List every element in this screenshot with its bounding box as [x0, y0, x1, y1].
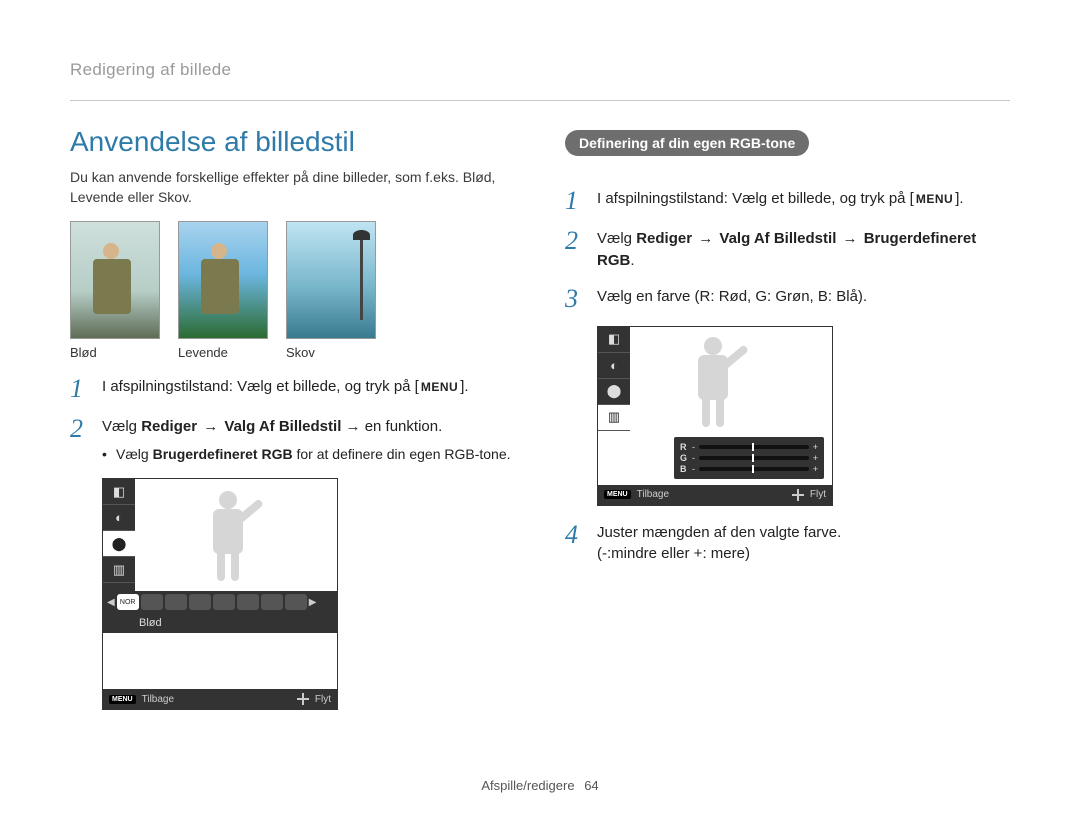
cam-chip [285, 594, 307, 610]
nav-icon [297, 693, 309, 705]
step-text: → en funktion. [341, 418, 442, 435]
step-text: (-:mindre eller +: mere) [597, 543, 1010, 565]
style-thumbnails: Blød Levende Skov [70, 221, 515, 360]
step-text: I afspilningstilstand: Vælg et billede, … [102, 378, 419, 395]
left-step-2: 2 Vælg Rediger → Valg Af Billedstil → en… [70, 416, 515, 464]
step-number: 1 [565, 188, 585, 214]
step-text: Vælg [597, 230, 636, 247]
step-number: 4 [565, 522, 585, 566]
cam-style-strip: ◀ NOR ▶ [103, 591, 337, 613]
nav-icon [792, 489, 804, 501]
step-text-end: ]. [460, 378, 468, 395]
step-bold: Rediger [636, 230, 692, 247]
cam-side-icon-selected: ⬤ [103, 531, 135, 557]
cam-chip [237, 594, 259, 610]
thumb-vivid [178, 221, 268, 339]
camera-ui-rgb: ◧ ◐ ⬤ ▥ R-+ G-+ B-+ MENU Tilbage [597, 326, 833, 506]
cam-chip [141, 594, 163, 610]
page-title: Anvendelse af billedstil [70, 126, 515, 158]
step-text: I afspilningstilstand: Vælg et billede, … [597, 190, 914, 207]
step-number: 3 [565, 286, 585, 312]
cam-move-label: Flyt [315, 694, 331, 705]
page-footer: Afspille/redigere 64 [0, 778, 1080, 793]
cam-side-icon-selected: ▥ [598, 405, 630, 431]
step-text-end: ]. [955, 190, 963, 207]
cam-side-icon: ◧ [598, 327, 630, 353]
cam-chip: NOR [117, 594, 139, 610]
menu-tag-icon: MENU [109, 695, 136, 704]
right-step-1: 1 I afspilningstilstand: Vælg et billede… [565, 188, 1010, 214]
rgb-r-slider [699, 445, 809, 449]
cam-back-label: Tilbage [142, 694, 174, 705]
intro-text: Du kan anvende forskellige effekter på d… [70, 168, 515, 207]
cam-move-label: Flyt [810, 489, 826, 500]
cam-side-icon: ◐ [103, 505, 135, 531]
rgb-g-slider [699, 456, 809, 460]
thumb-vivid-label: Levende [178, 345, 268, 360]
step-bold: Rediger [141, 418, 197, 435]
step-text: . [630, 252, 634, 269]
step-text: Juster mængden af den valgte farve. [597, 522, 1010, 544]
right-column: Definering af din egen RGB-tone 1 I afsp… [565, 130, 1010, 710]
footer-page-number: 64 [584, 778, 598, 793]
menu-tag-icon: MENU [604, 490, 631, 499]
cam-back-label: Tilbage [637, 489, 669, 500]
arrow-icon: → [692, 230, 719, 247]
right-step-2: 2 Vælg Rediger → Valg Af Billedstil → Br… [565, 228, 1010, 272]
rgb-g-label: G [680, 453, 688, 463]
left-step-1: 1 I afspilningstilstand: Vælg et billede… [70, 376, 515, 402]
menu-icon: MENU [914, 191, 955, 208]
thumb-soft-label: Blød [70, 345, 160, 360]
rgb-b-slider [699, 467, 809, 471]
section-pill: Definering af din egen RGB-tone [565, 130, 809, 156]
rgb-r-label: R [680, 442, 688, 452]
cam-chip [261, 594, 283, 610]
step-bold: Valg Af Billedstil [719, 230, 836, 247]
right-step-4: 4 Juster mængden af den valgte farve. (-… [565, 522, 1010, 566]
step-number: 1 [70, 376, 90, 402]
thumb-forest-label: Skov [286, 345, 376, 360]
thumb-forest [286, 221, 376, 339]
step-number: 2 [565, 228, 585, 272]
thumb-soft [70, 221, 160, 339]
step-text: Vælg en farve (R: Rød, G: Grøn, B: Blå). [597, 286, 1010, 312]
footer-section: Afspille/redigere [481, 778, 574, 793]
cam-chip [213, 594, 235, 610]
cam-chip [189, 594, 211, 610]
rgb-adjust-box: R-+ G-+ B-+ [674, 437, 824, 479]
cam-side-icon: ▥ [103, 557, 135, 583]
breadcrumb: Redigering af billede [70, 60, 1010, 101]
right-step-3: 3 Vælg en farve (R: Rød, G: Grøn, B: Blå… [565, 286, 1010, 312]
cam-chip [165, 594, 187, 610]
rgb-b-label: B [680, 464, 688, 474]
arrow-icon: → [836, 230, 863, 247]
step-number: 2 [70, 416, 90, 464]
cam-style-label: Blød [103, 613, 337, 633]
cam-footer: MENU Tilbage Flyt [103, 689, 337, 709]
step-text: Vælg [102, 418, 141, 435]
left-column: Anvendelse af billedstil Du kan anvende … [70, 126, 515, 710]
arrow-icon: → [197, 418, 224, 435]
step-bold: Valg Af Billedstil [224, 418, 341, 435]
cam-side-icon: ⬤ [598, 379, 630, 405]
cam-side-icon: ◧ [103, 479, 135, 505]
cam-footer: MENU Tilbage Flyt [598, 485, 832, 505]
camera-ui-styles: ◧ ◐ ⬤ ▥ ◀ NOR ▶ [102, 478, 338, 710]
cam-side-icon: ◐ [598, 353, 630, 379]
menu-icon: MENU [419, 379, 460, 396]
step-subbullet: Vælg Brugerdefineret RGB for at definere… [102, 444, 515, 464]
